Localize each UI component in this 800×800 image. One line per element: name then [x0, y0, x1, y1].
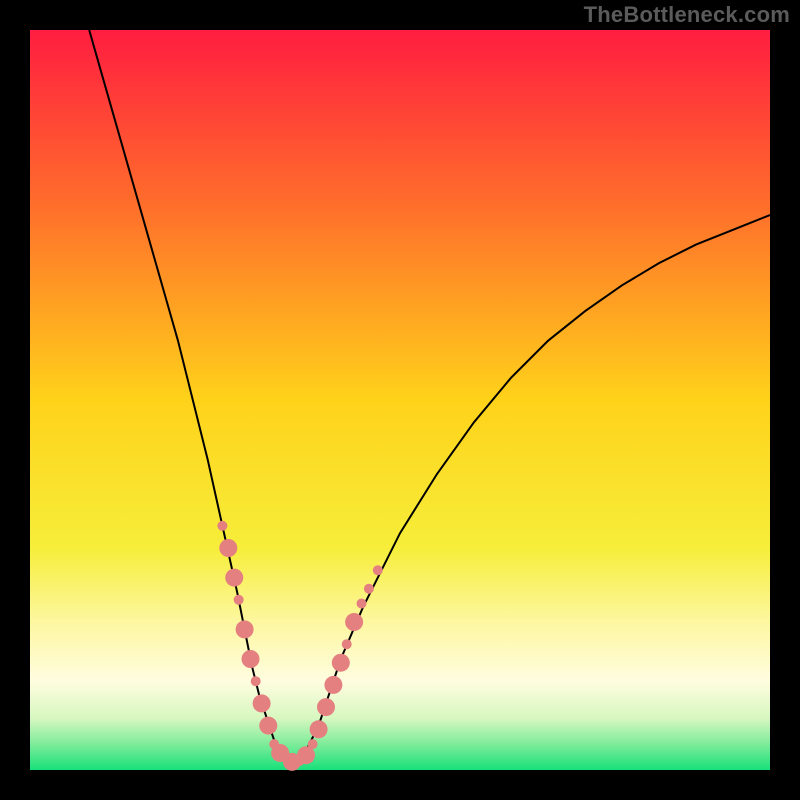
data-point [217, 521, 227, 531]
data-point [357, 599, 367, 609]
data-point [310, 720, 328, 738]
data-point [317, 698, 335, 716]
data-point [373, 565, 383, 575]
bottleneck-chart [0, 0, 800, 800]
data-point [342, 639, 352, 649]
data-point [253, 694, 271, 712]
data-point [308, 739, 318, 749]
data-point [345, 613, 363, 631]
data-point [364, 584, 374, 594]
plot-background [30, 30, 770, 770]
data-point [332, 654, 350, 672]
data-point [251, 676, 261, 686]
data-point [219, 539, 237, 557]
chart-frame: TheBottleneck.com [0, 0, 800, 800]
data-point [259, 717, 277, 735]
data-point [236, 620, 254, 638]
data-point [324, 676, 342, 694]
data-point [225, 569, 243, 587]
data-point [234, 595, 244, 605]
data-point [242, 650, 260, 668]
watermark-text: TheBottleneck.com [584, 2, 790, 28]
